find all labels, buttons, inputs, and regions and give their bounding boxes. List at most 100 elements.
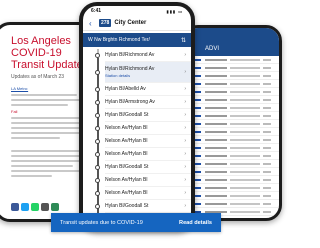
swap-direction-icon[interactable]: ⇅ [181,37,186,44]
table-cell [205,202,227,205]
text-line [11,122,85,124]
direction-bar[interactable]: W Nw Brghtn Rchmond Ter/ ⇅ [83,33,191,47]
advisory-table [185,56,279,221]
stop-dot-icon [95,164,100,170]
table-row [185,80,279,88]
table-cell [263,194,271,197]
stop-dot-icon [95,112,100,118]
table-row [185,104,279,112]
stop-name: Nelson Av/Hylan Bl [105,190,148,196]
stop-name: Nelson Av/Hylan Bl [105,138,148,144]
table-cell [230,122,260,125]
chevron-right-icon: › [184,125,186,131]
table-cell [230,106,260,109]
email-icon[interactable] [41,203,49,211]
station-details-link[interactable]: Station details [105,73,130,78]
stop-item[interactable]: Nelson Av/Hylan Bl › [95,122,191,135]
table-cell [263,170,271,173]
table-cell [230,219,260,221]
table-row [185,200,279,208]
status-bar: 6:41 ▮▮▮ ▭ [83,6,191,16]
stop-item[interactable]: Hylan Bl/Goodall St › [95,200,191,213]
chevron-right-icon: › [184,69,186,75]
table-cell [230,58,260,61]
twitter-icon[interactable] [21,203,29,211]
table-cell [205,58,227,61]
table-row [185,128,279,136]
advisory-header: ADVI [185,28,279,56]
stop-item[interactable]: Nelson Av/Hylan Bl › [95,148,191,161]
stop-dot-icon [95,52,100,58]
table-row [185,88,279,96]
table-cell [230,74,260,77]
signal-battery-icon: ▮▮▮ ▭ [166,8,183,14]
stop-name: Hylan Bl/Abelld Av [105,86,146,92]
table-cell [263,98,271,101]
table-cell [230,154,260,157]
table-cell [205,66,227,69]
text-line [11,150,85,152]
text-line [11,99,87,101]
text-line [11,170,84,172]
table-cell [263,178,271,181]
stop-dot-icon [95,177,100,183]
table-cell [230,66,260,69]
whatsapp-icon[interactable] [31,203,39,211]
stop-item[interactable]: Nelson Av/Hylan Bl › [95,187,191,200]
stop-dot-icon [95,138,100,144]
text-line [11,132,87,134]
table-cell [205,154,227,157]
stop-item[interactable]: Hylan Bl/Richmond Av › [95,49,191,62]
stop-dot-icon [95,190,100,196]
table-cell [205,170,227,173]
table-cell [263,90,271,93]
stop-name: Hylan Bl/Goodall St [105,164,149,170]
stop-item[interactable]: Hylan Bl/Goodall St › [95,109,191,122]
text-line [11,117,84,119]
chevron-right-icon: › [184,190,186,196]
center-phone-screen: 6:41 ▮▮▮ ▭ ‹ 278 City Center W Nw Brghtn… [79,2,195,232]
stop-item[interactable]: Hylan Bl/Abelld Av › [95,83,191,96]
stop-name: Hylan Bl/Goodall St [105,112,149,118]
back-arrow-icon[interactable]: ‹ [89,19,99,28]
table-cell [263,66,271,69]
table-cell [230,98,260,101]
table-row [185,64,279,72]
route-destination: City Center [114,20,147,26]
stop-item[interactable]: Nelson Av/Hylan Bl › [95,174,191,187]
table-row [185,96,279,104]
table-row [185,56,279,64]
table-cell [205,82,227,85]
table-row [185,120,279,128]
stop-name: Hylan Bl/Goodall St [105,203,149,209]
table-cell [263,114,271,117]
stop-item[interactable]: Nelson Av/Hylan Bl › [95,135,191,148]
table-cell [230,186,260,189]
covid-update-banner[interactable]: Transit updates due to COVID-19 Read det… [51,213,221,232]
stop-dot-icon [95,203,100,209]
stop-name: Hylan Bl/Richmond Av [105,66,155,72]
stop-item[interactable]: Hylan Bl/Armstrong Av › [95,96,191,109]
table-cell [230,114,260,117]
stop-dot-icon [95,86,100,92]
table-row [185,176,279,184]
stop-item[interactable]: Hylan Bl/Goodall St › [95,161,191,174]
read-details-link[interactable]: Read details [179,220,221,226]
table-cell [263,219,271,221]
stop-item[interactable]: Hylan Bl/Richmond Av Station details › [95,62,191,83]
text-line [11,155,82,157]
table-cell [263,122,271,125]
table-cell [263,82,271,85]
chevron-right-icon: › [184,164,186,170]
text-line [11,160,87,162]
facebook-icon[interactable] [11,203,19,211]
table-row [185,160,279,168]
table-cell [230,146,260,149]
table-cell [205,138,227,141]
social-share-bar [11,203,59,211]
chevron-right-icon: › [184,99,186,105]
share-icon[interactable] [51,203,59,211]
table-cell [230,90,260,93]
route-header: ‹ 278 City Center [83,16,191,31]
table-cell [205,194,227,197]
